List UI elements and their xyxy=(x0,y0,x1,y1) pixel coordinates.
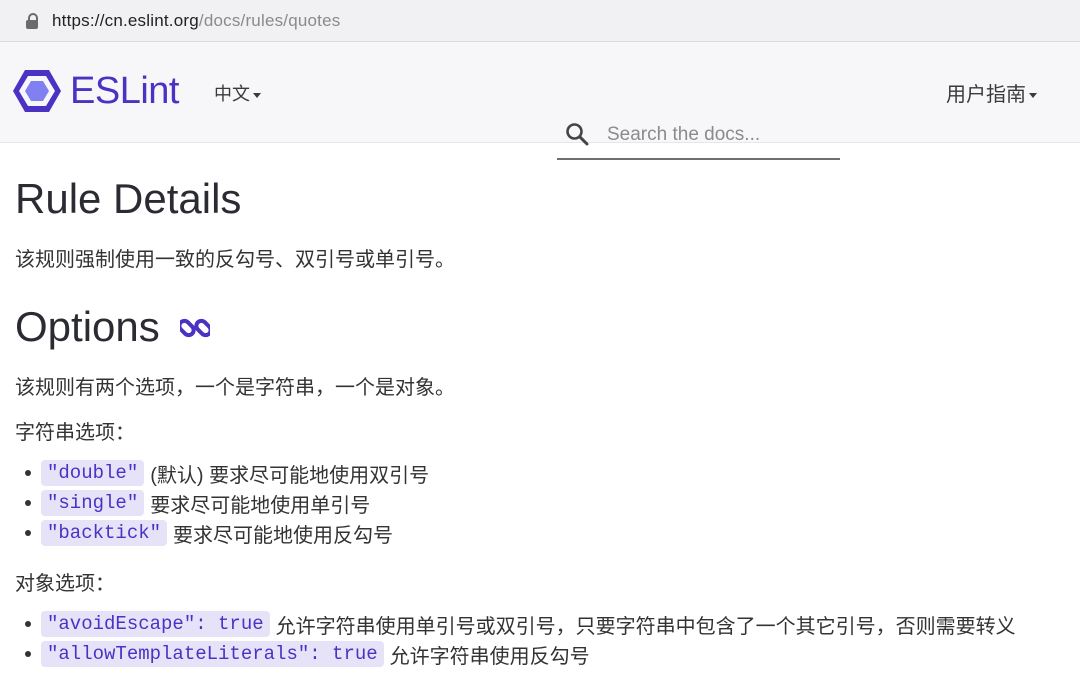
search-input[interactable] xyxy=(607,122,832,148)
list-item: "avoidEscape": true 允许字符串使用单引号或双引号，只要字符串中… xyxy=(15,609,1016,639)
object-options-label: 对象选项： xyxy=(15,573,115,595)
bullet xyxy=(25,470,31,476)
option-text: 允许字符串使用单引号或双引号，只要字符串中包含了一个其它引号，否则需要转义 xyxy=(275,615,1016,638)
option-text: 允许字符串使用反勾号 xyxy=(389,645,590,668)
lock-icon xyxy=(26,12,40,29)
list-item: "allowTemplateLiterals": true 允许字符串使用反勾号 xyxy=(15,639,1016,669)
options-heading: Options xyxy=(15,303,160,350)
list-item: "single" 要求尽可能地使用单引号 xyxy=(15,488,429,518)
url-text[interactable]: https://cn.eslint.org/docs/rules/quotes xyxy=(52,11,340,31)
search-icon xyxy=(566,123,589,146)
option-text: 要求尽可能地使用单引号 xyxy=(150,494,371,517)
logo-text: ESLint xyxy=(70,69,179,112)
list-item: "double" (默认) 要求尽可能地使用双引号 xyxy=(15,458,429,488)
eslint-logo-icon xyxy=(13,70,61,112)
option-code: "double" xyxy=(41,460,145,486)
option-code: "single" xyxy=(41,490,145,516)
caret-down-icon xyxy=(253,92,261,98)
rule-details-heading: Rule Details xyxy=(15,175,242,222)
link-icon[interactable] xyxy=(180,311,210,345)
rule-details-description: 该规则强制使用一致的反勾号、双引号或单引号。 xyxy=(15,249,455,271)
string-options-label: 字符串选项： xyxy=(15,422,135,444)
option-code: "avoidEscape": true xyxy=(41,611,270,637)
option-text: (默认) 要求尽可能地使用双引号 xyxy=(150,464,430,487)
string-options-list: "double" (默认) 要求尽可能地使用双引号 "single" 要求尽可能地使… xyxy=(15,458,429,548)
bullet xyxy=(25,530,31,536)
browser-address-bar[interactable]: https://cn.eslint.org/docs/rules/quotes xyxy=(0,0,1080,42)
option-code: "allowTemplateLiterals": true xyxy=(41,641,384,667)
object-options-list: "avoidEscape": true 允许字符串使用单引号或双引号，只要字符串中… xyxy=(15,609,1016,669)
language-label: 中文 xyxy=(214,84,250,104)
caret-down-icon xyxy=(1029,93,1037,99)
option-text: 要求尽可能地使用反勾号 xyxy=(173,524,394,547)
list-item: "backtick" 要求尽可能地使用反勾号 xyxy=(15,518,429,548)
url-path: /docs/rules/quotes xyxy=(198,10,341,30)
search-box xyxy=(557,110,840,160)
bullet xyxy=(25,500,31,506)
options-description: 该规则有两个选项，一个是字符串，一个是对象。 xyxy=(15,377,455,399)
user-guide-label: 用户指南 xyxy=(946,84,1026,106)
option-code: "backtick" xyxy=(41,520,168,546)
eslint-logo-link[interactable]: ESLint xyxy=(12,68,179,114)
language-dropdown[interactable]: 中文 xyxy=(214,80,261,106)
bullet xyxy=(25,621,31,627)
user-guide-dropdown[interactable]: 用户指南 xyxy=(946,78,1037,107)
url-domain: https://cn.eslint.org xyxy=(52,10,199,30)
bullet xyxy=(25,651,31,657)
site-header: ESLint 中文 用户指南 xyxy=(0,42,1080,160)
